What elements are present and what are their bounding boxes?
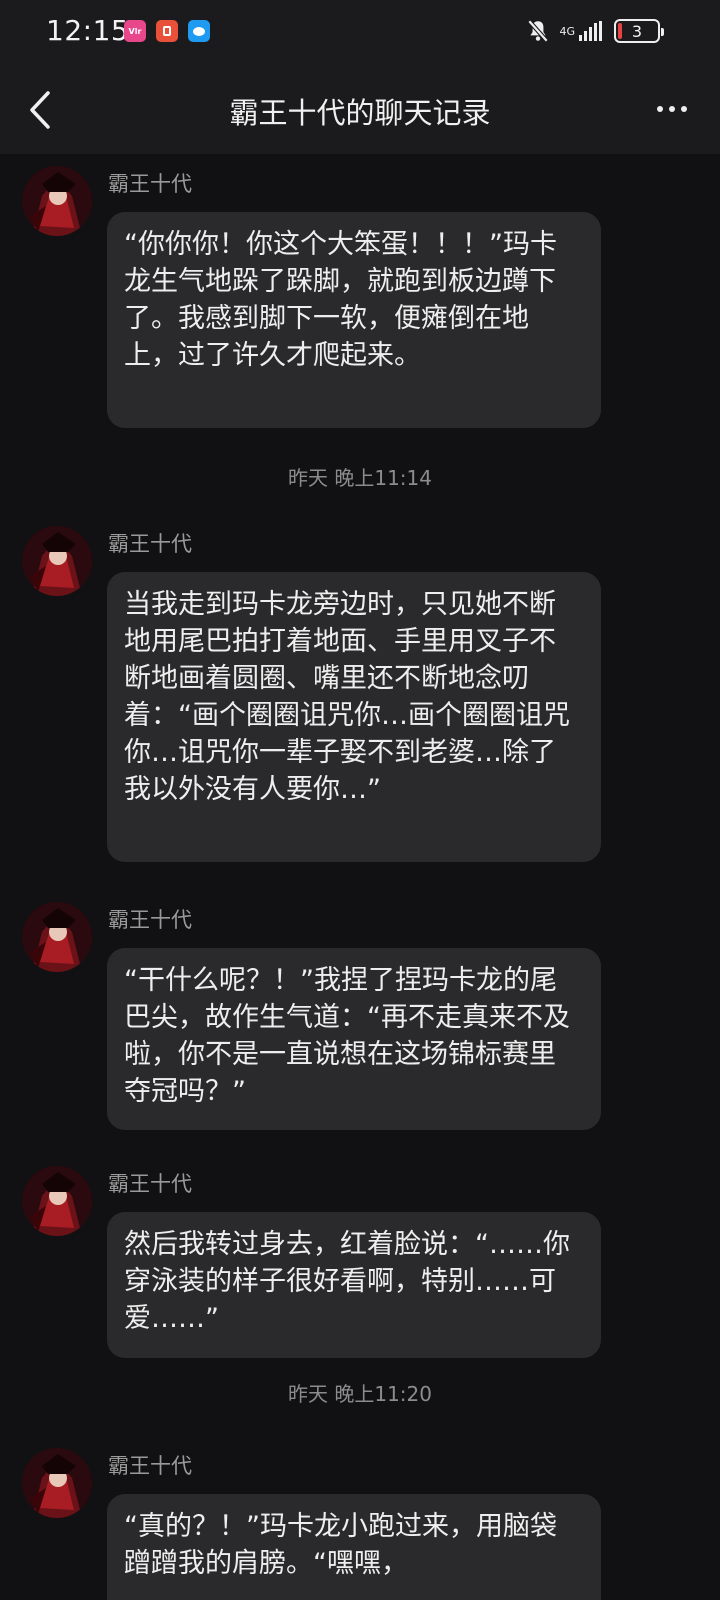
red-app-icon [156, 20, 178, 42]
notification-icons: Vlr [124, 20, 210, 42]
more-dots-icon [657, 106, 663, 112]
message-text: “干什么呢？！”我捏了捏玛卡龙的尾巴尖，故作生气道：“再不走真来不及啦，你不是一… [124, 965, 570, 1107]
status-time: 12:15 [46, 14, 130, 47]
avatar[interactable] [22, 1448, 92, 1518]
sender-name: 霸王十代 [108, 532, 192, 556]
sender-name: 霸王十代 [108, 172, 192, 196]
battery-level-fill [618, 23, 622, 39]
chat-list[interactable]: 霸王十代 “你你你！你这个大笨蛋！！！”玛卡龙生气地跺了跺脚，就跑到板边蹲下了。… [0, 154, 720, 1600]
nav-bar: 霸王十代的聊天记录 [0, 64, 720, 154]
chat-app-icon [188, 20, 210, 42]
sender-name: 霸王十代 [108, 908, 192, 932]
battery-text: 3 [631, 21, 643, 41]
message-bubble[interactable]: 然后我转过身去，红着脸说：“……你穿泳装的样子很好看啊，特别……可爱……” [107, 1212, 601, 1358]
chat-history-screen: 12:15 Vlr 4G 3 霸王十代的聊天记录 霸王十代 “你你你！你这个大笨… [0, 0, 720, 1600]
message-bubble[interactable]: 当我走到玛卡龙旁边时，只见她不断地用尾巴拍打着地面、手里用叉子不断地画着圆圈、嘴… [107, 572, 601, 862]
sender-name: 霸王十代 [108, 1172, 192, 1196]
avatar[interactable] [22, 526, 92, 596]
pink-app-icon: Vlr [124, 20, 146, 42]
page-title: 霸王十代的聊天记录 [229, 96, 491, 130]
bell-off-icon [528, 19, 549, 43]
message-text: “你你你！你这个大笨蛋！！！”玛卡龙生气地跺了跺脚，就跑到板边蹲下了。我感到脚下… [124, 229, 557, 371]
avatar[interactable] [22, 166, 92, 236]
network-label: 4G [559, 24, 575, 38]
message-bubble[interactable]: “你你你！你这个大笨蛋！！！”玛卡龙生气地跺了跺脚，就跑到板边蹲下了。我感到脚下… [107, 212, 601, 428]
signal-icon [579, 21, 602, 41]
sender-name: 霸王十代 [108, 1454, 192, 1478]
time-separator: 昨天 晚上11:14 [288, 466, 432, 490]
message-text: 然后我转过身去，红着脸说：“……你穿泳装的样子很好看啊，特别……可爱……” [124, 1229, 570, 1334]
more-button[interactable] [650, 94, 694, 124]
avatar[interactable] [22, 1166, 92, 1236]
system-icons: 4G 3 [525, 18, 664, 44]
message-bubble[interactable]: “干什么呢？！”我捏了捏玛卡龙的尾巴尖，故作生气道：“再不走真来不及啦，你不是一… [107, 948, 601, 1130]
message-text: “真的？！”玛卡龙小跑过来，用脑袋蹭蹭我的肩膀。“嘿嘿， [124, 1511, 557, 1579]
message-text: 当我走到玛卡龙旁边时，只见她不断地用尾巴拍打着地面、手里用叉子不断地画着圆圈、嘴… [124, 589, 570, 805]
battery-icon: 3 [614, 19, 664, 43]
status-bar: 12:15 Vlr 4G 3 [0, 0, 720, 64]
avatar[interactable] [22, 902, 92, 972]
time-separator: 昨天 晚上11:20 [288, 1382, 432, 1406]
message-bubble[interactable]: “真的？！”玛卡龙小跑过来，用脑袋蹭蹭我的肩膀。“嘿嘿， [107, 1494, 601, 1600]
